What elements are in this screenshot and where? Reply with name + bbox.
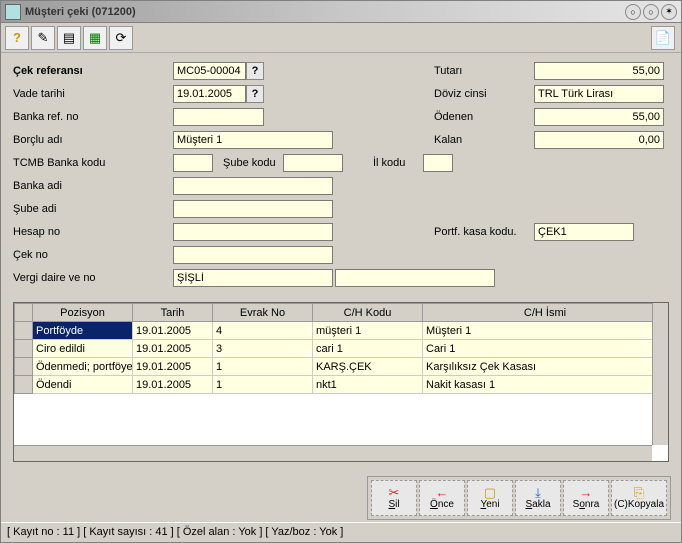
grid-header-row: Pozisyon Tarih Evrak No C/H Kodu C/H İsm…: [15, 304, 668, 322]
close-button[interactable]: ✶: [661, 4, 677, 20]
doviz-input[interactable]: [534, 85, 664, 103]
label-cek-no: Çek no: [13, 249, 173, 261]
cek-ref-input[interactable]: [173, 62, 246, 80]
grid-hscroll[interactable]: [14, 445, 652, 461]
col-tarih[interactable]: Tarih: [133, 304, 213, 322]
toolbar: ? ✎ ▤ ▦ ⟳ 📄: [1, 23, 681, 53]
label-odenen: Ödenen: [434, 111, 534, 123]
sube-adi-input[interactable]: [173, 200, 333, 218]
app-window: Müşteri çeki (071200) ○ ○ ✶ ? ✎ ▤ ▦ ⟳ 📄 …: [0, 0, 682, 543]
label-banka-ref: Banka ref. no: [13, 111, 173, 123]
banka-adi-input[interactable]: [173, 177, 333, 195]
refresh-icon[interactable]: ⟳: [109, 26, 133, 50]
copy-icon: ⎘: [634, 486, 644, 499]
status-bar: [ Kayıt no : 11 ] [ Kayıt sayısı : 41 ] …: [1, 522, 681, 542]
app-icon: [5, 4, 21, 20]
vade-input[interactable]: [173, 85, 246, 103]
tcmb-input[interactable]: [173, 154, 213, 172]
next-button[interactable]: → Sonra: [563, 480, 609, 516]
minimize-button[interactable]: ○: [625, 4, 641, 20]
label-tcmb: TCMB Banka kodu: [13, 157, 173, 169]
col-chismi[interactable]: C/H İsmi: [423, 304, 668, 322]
label-il-kodu: İl kodu: [373, 157, 423, 169]
cek-no-input[interactable]: [173, 246, 333, 264]
label-banka-adi: Banka adi: [13, 180, 173, 192]
save-button[interactable]: ⤓ Sakla: [515, 480, 561, 516]
maximize-button[interactable]: ○: [643, 4, 659, 20]
tutari-input[interactable]: [534, 62, 664, 80]
arrow-left-icon: ←: [436, 486, 449, 499]
col-pozisyon[interactable]: Pozisyon: [33, 304, 133, 322]
history-grid[interactable]: Pozisyon Tarih Evrak No C/H Kodu C/H İsm…: [13, 302, 669, 462]
label-vade: Vade tarihi: [13, 88, 173, 100]
grid-vscroll[interactable]: [652, 303, 668, 445]
hesap-no-input[interactable]: [173, 223, 333, 241]
kalan-input[interactable]: [534, 131, 664, 149]
content-area: Çek referansı ? Tutarı Vade tarihi ? Döv…: [1, 53, 681, 472]
table-row[interactable]: Ödendi 19.01.2005 1 nkt1 Nakit kasası 1: [15, 376, 668, 394]
label-hesap-no: Hesap no: [13, 226, 173, 238]
banka-ref-input[interactable]: [173, 108, 264, 126]
excel-icon[interactable]: ▦: [83, 26, 107, 50]
vergi-no-input[interactable]: [335, 269, 495, 287]
grid-corner: [15, 304, 33, 322]
vade-lookup[interactable]: ?: [246, 85, 264, 103]
label-borclu: Borçlu adı: [13, 134, 173, 146]
label-vergi: Vergi daire ve no: [13, 272, 173, 284]
arrow-right-icon: →: [580, 486, 593, 499]
edit-icon[interactable]: ✎: [31, 26, 55, 50]
label-sube-adi: Şube adi: [13, 203, 173, 215]
cek-ref-lookup[interactable]: ?: [246, 62, 264, 80]
window-title: Müşteri çeki (071200): [25, 6, 623, 18]
vergi-daire-input[interactable]: [173, 269, 333, 287]
label-cek-ref: Çek referansı: [13, 65, 173, 77]
sube-kodu-input[interactable]: [283, 154, 343, 172]
borclu-input[interactable]: [173, 131, 333, 149]
table-row[interactable]: Ödenmedi; portföye iade 19.01.2005 1 KAR…: [15, 358, 668, 376]
il-kodu-input[interactable]: [423, 154, 453, 172]
book-icon[interactable]: ▤: [57, 26, 81, 50]
delete-icon: ✂: [389, 486, 400, 499]
label-sube-kodu: Şube kodu: [223, 157, 283, 169]
copy-button[interactable]: ⎘ (C)Kopyala: [611, 480, 667, 516]
help-icon[interactable]: ?: [5, 26, 29, 50]
status-text: [ Kayıt no : 11 ] [ Kayıt sayısı : 41 ] …: [7, 526, 343, 538]
prev-button[interactable]: ← Önce: [419, 480, 465, 516]
label-tutari: Tutarı: [434, 65, 534, 77]
document-icon[interactable]: 📄: [651, 26, 675, 50]
save-icon: ⤓: [535, 486, 541, 499]
table-row[interactable]: Ciro edildi 19.01.2005 3 cari 1 Cari 1: [15, 340, 668, 358]
odenen-input[interactable]: [534, 108, 664, 126]
delete-button[interactable]: ✂ Sil: [371, 480, 417, 516]
col-chkodu[interactable]: C/H Kodu: [313, 304, 423, 322]
label-kalan: Kalan: [434, 134, 534, 146]
portf-kasa-input[interactable]: [534, 223, 634, 241]
action-bar: ✂ Sil ← Önce ▢ Yeni ⤓ Sakla → Sonra ⎘ (C…: [367, 476, 671, 520]
titlebar: Müşteri çeki (071200) ○ ○ ✶: [1, 1, 681, 23]
col-evrak[interactable]: Evrak No: [213, 304, 313, 322]
new-icon: ▢: [484, 486, 496, 499]
label-portf-kasa: Portf. kasa kodu.: [434, 226, 534, 238]
label-doviz: Döviz cinsi: [434, 88, 534, 100]
table-row[interactable]: Portföyde 19.01.2005 4 müşteri 1 Müşteri…: [15, 322, 668, 340]
new-button[interactable]: ▢ Yeni: [467, 480, 513, 516]
